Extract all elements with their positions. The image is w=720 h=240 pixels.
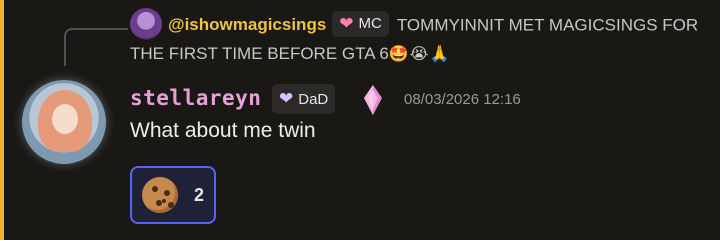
cookie-icon	[141, 177, 178, 213]
reaction-count: 2	[193, 184, 204, 205]
user-avatar[interactable]	[22, 80, 106, 164]
reply-tag-label: MC	[358, 15, 382, 32]
reply-connector-line	[64, 28, 128, 66]
user-tag[interactable]: ❤ DaD	[272, 84, 336, 114]
message-username[interactable]: stellareyn	[130, 86, 261, 110]
heart-icon: ❤	[279, 89, 294, 108]
reply-emojis: 🤩😭🙏	[388, 46, 451, 63]
crystal-icon	[364, 85, 382, 115]
reaction-button[interactable]: 2	[130, 166, 216, 224]
user-tag-label: DaD	[298, 90, 329, 108]
reply-author-name[interactable]: @ishowmagicsings	[168, 15, 326, 34]
mention-highlight-bar	[0, 0, 4, 240]
heart-icon: ❤	[339, 14, 354, 33]
message-timestamp: 08/03/2026 12:16	[404, 91, 521, 108]
reply-author-avatar[interactable]	[130, 8, 162, 40]
reply-preview[interactable]: @ishowmagicsings ❤ MC TOMMYINNIT MET MAGICS…	[130, 8, 700, 67]
message-text: What about me twin	[130, 119, 316, 142]
reply-author-tag[interactable]: ❤ MC	[332, 11, 389, 37]
